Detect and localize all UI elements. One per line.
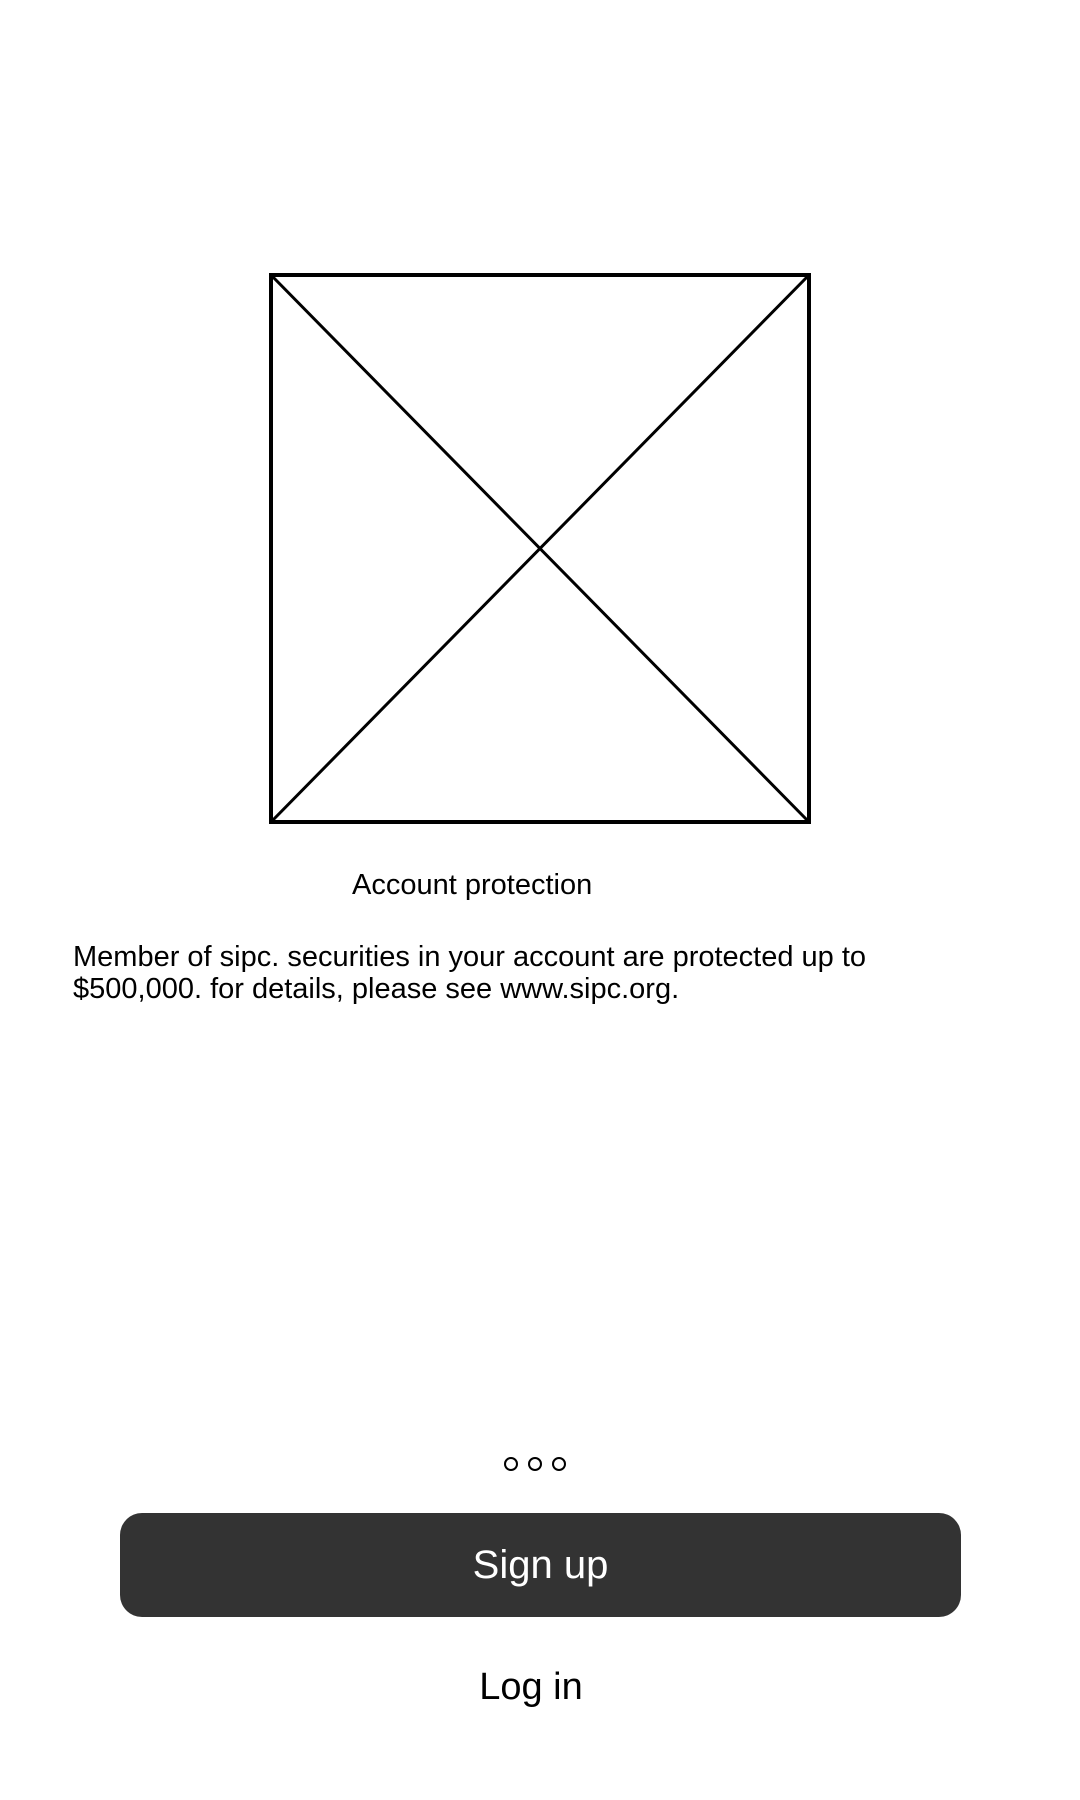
page-dot[interactable] [504, 1457, 518, 1471]
page-indicator[interactable] [504, 1457, 566, 1471]
page-dot[interactable] [552, 1457, 566, 1471]
description-text: Member of sipc. securities in your accou… [73, 941, 867, 1005]
page-title: Account protection [352, 869, 593, 901]
login-link[interactable]: Log in [0, 1665, 1062, 1709]
signup-button[interactable]: Sign up [120, 1513, 961, 1617]
image-placeholder-icon [269, 273, 811, 824]
page-dot[interactable] [528, 1457, 542, 1471]
